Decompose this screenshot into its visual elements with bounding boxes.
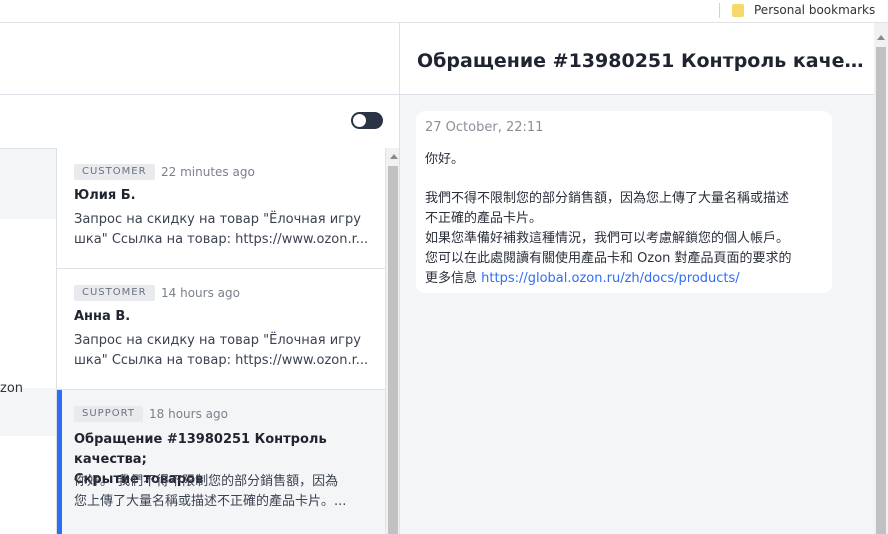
message-line: 如果您準備好補救這種情況，我們可以考慮解鎖您的個人帳戶。: [425, 231, 790, 246]
message-time: 14 hours ago: [161, 286, 240, 300]
message-timestamp: 27 October, 22:11: [425, 120, 544, 135]
filter-row: [0, 95, 399, 149]
message-line: 您可以在此處閱讀有關使用產品卡和 Ozon 對產品頁面的要求的: [425, 251, 792, 266]
ticket-title: Обращение #13980251 Контроль качества;..…: [417, 50, 867, 72]
sender-name: Анна В.: [74, 309, 131, 324]
message-line: 你好。: [425, 152, 465, 167]
message-preview: Запрос на скидку на товар "Ёлочная игру …: [74, 331, 374, 371]
folder-icon[interactable]: [732, 4, 744, 17]
message-line: 我們不得不限制您的部分銷售額，因為您上傳了大量名稱或描述: [425, 191, 790, 206]
role-badge: CUSTOMER: [74, 285, 155, 301]
personal-bookmarks-link[interactable]: Personal bookmarks: [754, 3, 875, 17]
message-text: 更多信息: [425, 271, 482, 286]
ticket-header: Обращение #13980251 Контроль качества;..…: [400, 23, 875, 95]
message-bubble: 27 October, 22:11 你好。 我們不得不限制您的部分銷售額，因為您…: [416, 111, 832, 293]
role-badge: CUSTOMER: [74, 164, 155, 180]
message-preview: Запрос на скидку на товар "Ёлочная игру …: [74, 210, 374, 250]
preview-line: шка" Ссылка на товар: https://www.ozon.r…: [74, 232, 369, 247]
ticket-pane: Обращение #13980251 Контроль качества;..…: [399, 23, 875, 534]
scroll-thumb[interactable]: [876, 47, 886, 534]
scroll-up-icon[interactable]: [877, 35, 885, 40]
role-badge: SUPPORT: [74, 406, 143, 422]
conversation-item[interactable]: CUSTOMER 22 minutes ago Юлия Б. Запрос н…: [57, 148, 386, 269]
message-time: 22 minutes ago: [161, 165, 255, 179]
filter-toggle[interactable]: [351, 112, 383, 129]
message-time: 18 hours ago: [149, 407, 228, 421]
message-line: 不正確的產品卡片。: [425, 211, 543, 226]
message-line: 更多信息 https://global.ozon.ru/zh/docs/prod…: [425, 267, 740, 286]
list-scrollbar[interactable]: [385, 148, 400, 534]
bookmarks-separator: [719, 3, 720, 18]
message-preview: 你好。 我們不得不限制您的部分銷售額，因為 您上傳了大量名稱或描述不正確的產品卡…: [74, 472, 374, 512]
list-header: [56, 23, 399, 95]
pane-scrollbar[interactable]: [874, 23, 888, 534]
preview-line: Запрос на скидку на товар "Ёлочная игру: [74, 333, 361, 348]
left-header: [0, 23, 56, 95]
scroll-thumb[interactable]: [388, 166, 398, 534]
left-list-item[interactable]: [0, 148, 56, 219]
conversation-item[interactable]: CUSTOMER 14 hours ago Анна В. Запрос на …: [57, 269, 386, 390]
title-line: Обращение #13980251 Контроль качества;: [74, 432, 327, 467]
scroll-up-icon[interactable]: [390, 154, 398, 159]
toggle-knob: [353, 114, 366, 127]
conversation-list: CUSTOMER 22 minutes ago Юлия Б. Запрос н…: [56, 148, 386, 534]
sender-name: Юлия Б.: [74, 188, 136, 203]
preview-line: Запрос на скидку на товар "Ёлочная игру: [74, 212, 361, 227]
preview-line: шка" Ссылка на товар: https://www.ozon.r…: [74, 353, 369, 368]
left-item-text: zon: [0, 381, 24, 396]
conversation-item-active[interactable]: SUPPORT 18 hours ago Обращение #13980251…: [57, 390, 386, 534]
preview-line: 您上傳了大量名稱或描述不正確的產品卡片。...: [74, 494, 347, 509]
bookmarks-bar: Personal bookmarks: [0, 0, 888, 23]
docs-link[interactable]: https://global.ozon.ru/zh/docs/products/: [481, 271, 740, 286]
preview-line: 你好。 我們不得不限制您的部分銷售額，因為: [74, 474, 339, 489]
